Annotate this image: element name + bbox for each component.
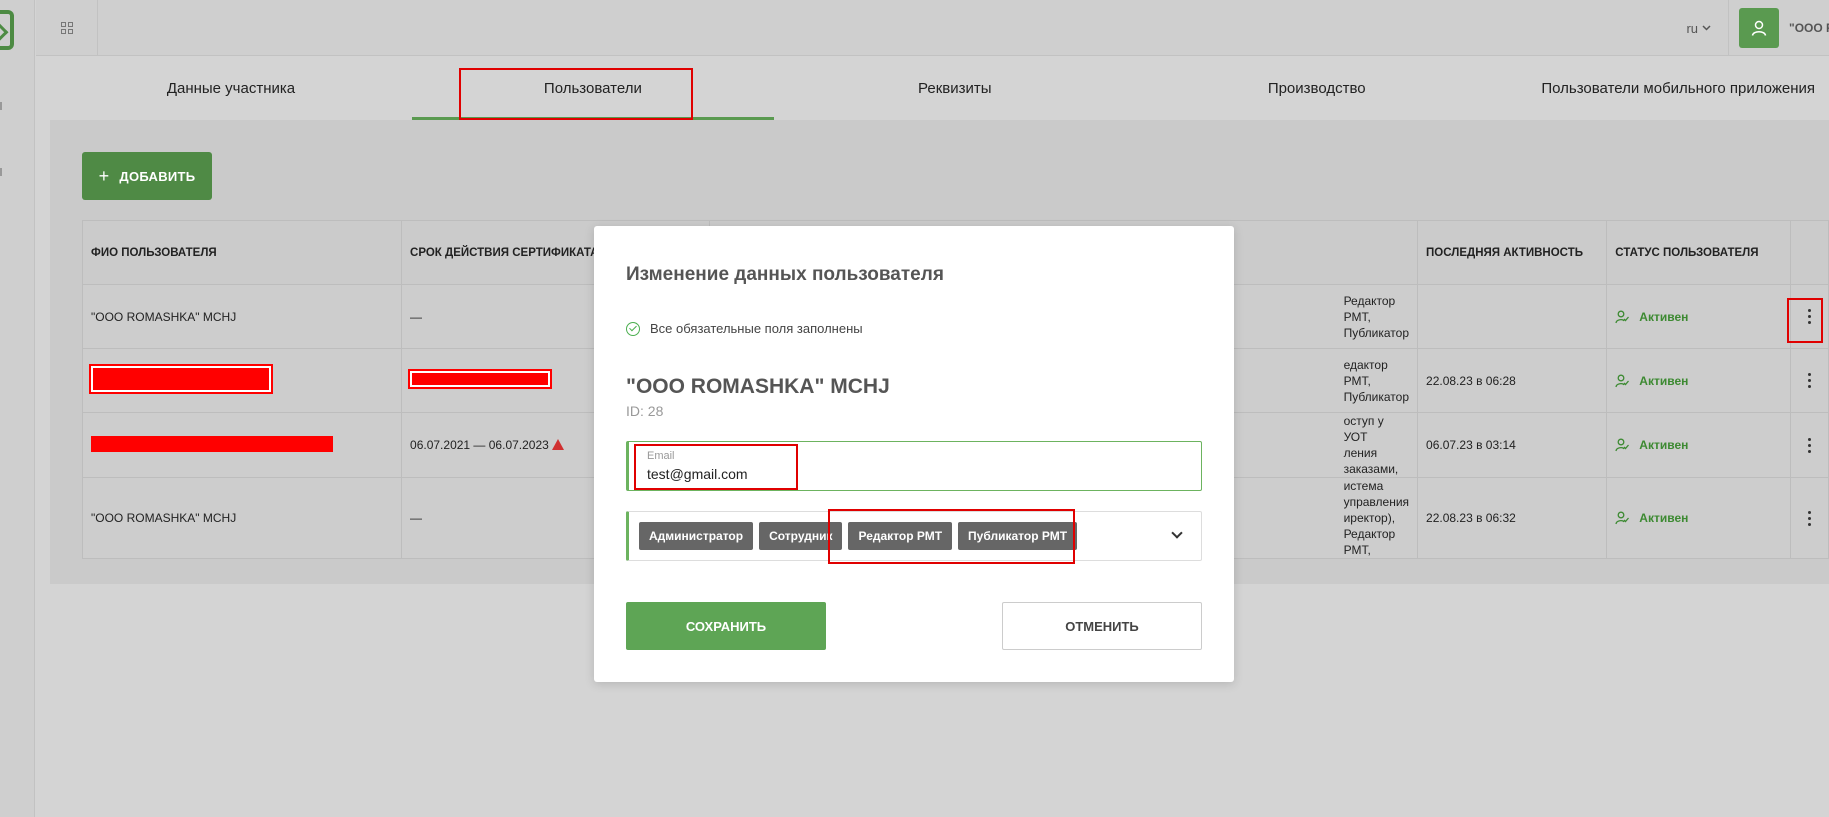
user-icon: [1751, 20, 1767, 36]
validation-message: Все обязательные поля заполнены: [626, 321, 863, 336]
status-badge: Активен: [1639, 309, 1689, 324]
cell-activity: 22.08.23 в 06:32: [1417, 477, 1608, 559]
column-header-actions: [1790, 220, 1829, 285]
role-chip-admin[interactable]: Администратор: [639, 522, 754, 550]
apps-grid-button[interactable]: [36, 0, 98, 56]
kebab-menu-icon[interactable]: [1799, 510, 1820, 526]
cell-activity: [1417, 284, 1608, 349]
chevron-down-icon[interactable]: [1171, 527, 1183, 539]
tab-requisites[interactable]: Реквизиты: [774, 56, 1136, 120]
cell-name: [81, 412, 403, 478]
save-button[interactable]: СОХРАНИТЬ: [626, 602, 826, 650]
user-check-icon: [1615, 374, 1630, 387]
tab-bar: Данные участника Пользователи Реквизиты …: [50, 56, 1829, 120]
cell-status: Активен: [1606, 348, 1792, 413]
cell-status: Активен: [1606, 284, 1792, 349]
user-check-icon: [1615, 310, 1630, 323]
validation-text: Все обязательные поля заполнены: [650, 321, 863, 336]
modal-title: Изменение данных пользователя: [626, 264, 944, 285]
status-badge: Активен: [1639, 438, 1689, 452]
tab-mobile-users[interactable]: Пользователи мобильного приложения: [1498, 56, 1829, 120]
grid-icon: [60, 22, 73, 34]
cell-activity: 22.08.23 в 06:28: [1417, 348, 1608, 413]
chevron-down-icon: [1702, 25, 1711, 31]
add-user-button[interactable]: + ДОБАВИТЬ: [82, 152, 212, 200]
kebab-menu-icon[interactable]: [1799, 373, 1820, 388]
tab-production[interactable]: Производство: [1136, 56, 1498, 120]
user-menu[interactable]: "ООО R. M: [1729, 0, 1829, 56]
row-actions-cell[interactable]: [1790, 412, 1829, 478]
row-actions-cell[interactable]: [1790, 348, 1829, 413]
org-name: "OOO ROMASHKA" MCHJ: [626, 375, 890, 398]
annotation-highlight-roles: [828, 509, 1075, 564]
avatar: [1739, 8, 1779, 48]
cell-activity: 06.07.23 в 03:14: [1417, 412, 1608, 478]
redaction-mark: [408, 369, 553, 389]
edit-user-modal: Изменение данных пользователя Все обязат…: [594, 226, 1234, 682]
cell-status: Активен: [1606, 412, 1792, 478]
status-badge: Активен: [1639, 511, 1689, 525]
user-check-icon: [1615, 511, 1630, 525]
redaction-mark: [89, 364, 273, 394]
row-actions-cell[interactable]: [1790, 477, 1829, 559]
redaction-mark: [91, 435, 333, 452]
column-header-activity[interactable]: ПОСЛЕДНЯЯ АКТИВНОСТЬ: [1417, 220, 1608, 285]
language-label: ru: [1686, 20, 1698, 36]
status-badge: Активен: [1639, 373, 1689, 388]
kebab-menu-icon[interactable]: [1799, 437, 1820, 453]
check-circle-icon: [626, 321, 640, 336]
user-name: "ООО R. M: [1789, 21, 1829, 35]
cell-name: "OOO ROMASHKA" MCHJ: [81, 284, 403, 349]
warning-icon: [551, 439, 564, 450]
language-selector[interactable]: ru: [1686, 0, 1711, 56]
cell-status: Активен: [1606, 477, 1792, 559]
column-header-status[interactable]: СТАТУС ПОЛЬЗОВАТЕЛЯ: [1606, 220, 1792, 285]
annotation-highlight-email: [634, 444, 798, 490]
add-user-label: ДОБАВИТЬ: [119, 168, 196, 184]
top-header: ru "ООО R. M: [36, 0, 1829, 56]
user-check-icon: [1615, 438, 1630, 452]
rail-item-icon[interactable]: [0, 168, 2, 176]
plus-icon: +: [98, 165, 110, 186]
rail-item-icon[interactable]: [0, 102, 2, 110]
annotation-highlight-kebab: [1787, 298, 1823, 343]
cell-name: [81, 348, 403, 413]
cell-name: "OOO ROMASHKA" MCHJ: [81, 477, 403, 559]
tab-participant-data[interactable]: Данные участника: [50, 56, 412, 120]
left-rail: [0, 0, 35, 817]
annotation-highlight-tab: [459, 68, 693, 120]
org-id: ID: 28: [626, 403, 664, 419]
cancel-button[interactable]: ОТМЕНИТЬ: [1002, 602, 1202, 650]
column-header-name[interactable]: ФИО ПОЛЬЗОВАТЕЛЯ: [81, 220, 403, 285]
app-logo-icon[interactable]: [0, 10, 14, 50]
